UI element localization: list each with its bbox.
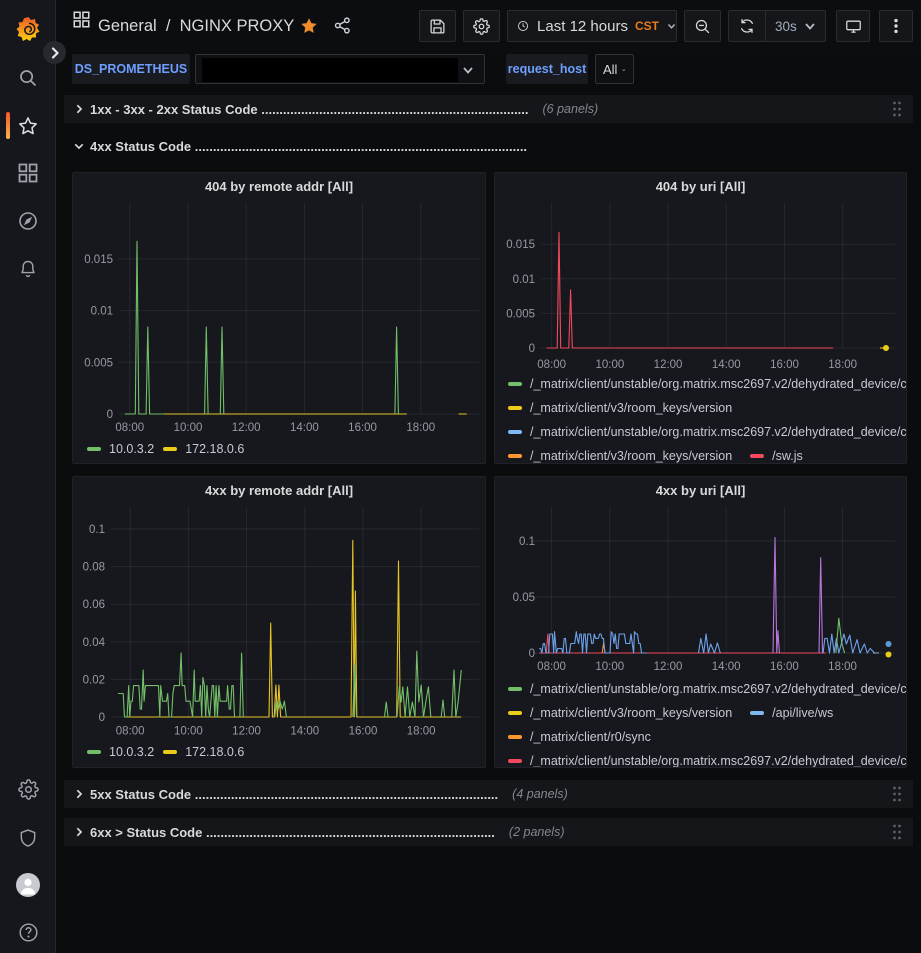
svg-text:14:00: 14:00 [712,661,741,673]
svg-text:0.04: 0.04 [83,637,106,649]
svg-text:12:00: 12:00 [654,359,683,371]
svg-text:08:00: 08:00 [116,726,145,738]
svg-text:0.01: 0.01 [91,306,113,318]
svg-text:0.015: 0.015 [84,254,113,266]
svg-text:18:00: 18:00 [828,359,857,371]
svg-text:18:00: 18:00 [828,661,857,673]
svg-text:10:00: 10:00 [174,726,203,738]
svg-text:0.02: 0.02 [83,674,105,686]
svg-text:0.08: 0.08 [83,562,105,574]
svg-text:18:00: 18:00 [406,422,435,434]
svg-text:0.05: 0.05 [513,592,535,604]
svg-text:0.01: 0.01 [513,274,535,286]
svg-text:14:00: 14:00 [712,359,741,371]
svg-text:0.1: 0.1 [519,536,535,548]
svg-text:16:00: 16:00 [770,661,799,673]
svg-text:16:00: 16:00 [770,359,799,371]
svg-text:12:00: 12:00 [654,661,683,673]
svg-text:14:00: 14:00 [290,422,319,434]
svg-text:10:00: 10:00 [174,422,203,434]
svg-text:0: 0 [107,409,113,421]
svg-text:10:00: 10:00 [595,661,624,673]
svg-text:0.005: 0.005 [506,308,535,320]
svg-text:08:00: 08:00 [537,661,566,673]
svg-text:08:00: 08:00 [537,359,566,371]
svg-text:18:00: 18:00 [407,726,436,738]
svg-text:08:00: 08:00 [115,422,144,434]
svg-text:0: 0 [529,648,535,660]
svg-text:0.06: 0.06 [83,599,105,611]
svg-text:16:00: 16:00 [348,422,377,434]
svg-text:12:00: 12:00 [232,422,261,434]
svg-text:0.005: 0.005 [84,357,113,369]
svg-text:0.1: 0.1 [89,524,105,536]
svg-text:14:00: 14:00 [290,726,319,738]
svg-text:10:00: 10:00 [595,359,624,371]
svg-text:0: 0 [529,343,535,355]
svg-text:16:00: 16:00 [349,726,378,738]
svg-text:0.015: 0.015 [506,239,535,251]
svg-text:12:00: 12:00 [232,726,261,738]
svg-text:0: 0 [99,712,105,724]
